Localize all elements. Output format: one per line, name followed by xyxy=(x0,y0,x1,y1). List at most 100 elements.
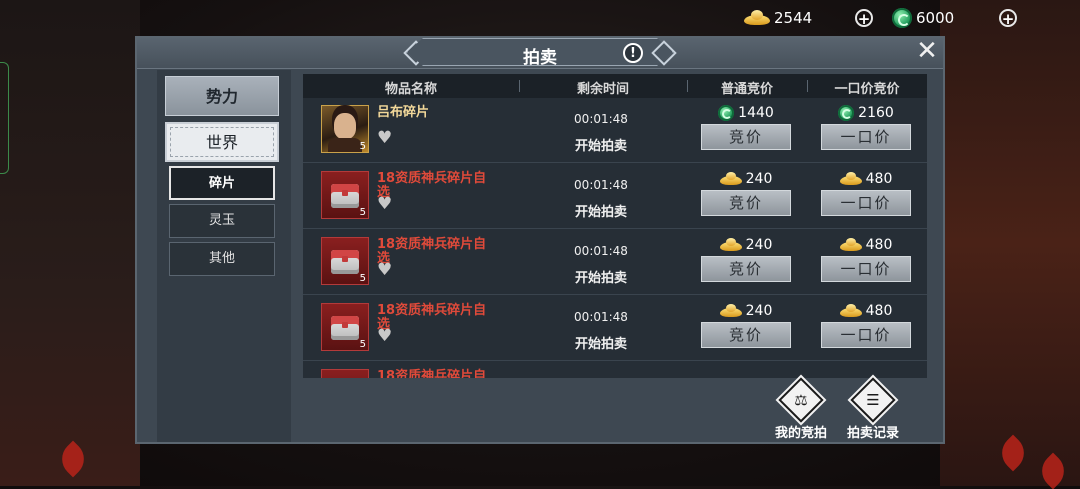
header-normal-bid: 普通竞价 xyxy=(720,82,773,97)
heart-icon[interactable]: ♥ xyxy=(377,262,395,279)
bid-price: 240 xyxy=(701,301,791,321)
gold-currency: 2544 xyxy=(744,6,812,30)
side-handle[interactable] xyxy=(0,62,9,174)
diamond-frame: ☰ xyxy=(850,377,896,423)
gold-ingot-icon xyxy=(719,238,742,252)
treasure-chest-icon[interactable]: 5 xyxy=(321,303,369,351)
info-icon[interactable]: ! xyxy=(623,43,643,63)
bid-price-value: 240 xyxy=(745,171,773,187)
title-bar: 拍卖 ! ✕ xyxy=(137,38,943,69)
item-count: 5 xyxy=(359,207,366,218)
table-row: 18资质神兵碎片自 xyxy=(303,362,927,378)
buyout-price-value: 2160 xyxy=(858,105,894,121)
heart-icon[interactable]: ♥ xyxy=(377,130,395,147)
bid-button[interactable]: 竞价 xyxy=(701,322,791,348)
header-time-left: 剩余时间 xyxy=(576,82,629,97)
time-remaining: 00:01:48 xyxy=(574,244,628,258)
gold-ingot-icon xyxy=(839,238,862,252)
gold-amount: 2544 xyxy=(774,9,813,27)
buyout-price: 480 xyxy=(821,169,911,189)
header-buyout-bid: 一口价竞价 xyxy=(834,82,900,97)
table-row: 5 吕布碎片 ♥ 00:01:48 开始拍卖 1440 2160 竞价 一口价 xyxy=(303,98,927,163)
buyout-price: 480 xyxy=(821,235,911,255)
tab-faction[interactable]: 势力 xyxy=(165,76,279,116)
header-item-name: 物品名称 xyxy=(384,82,437,97)
background-left xyxy=(0,0,140,486)
bid-button[interactable]: 竞价 xyxy=(701,124,791,150)
table-header: 物品名称 剩余时间 普通竞价 一口价竞价 xyxy=(303,74,927,98)
close-icon[interactable]: ✕ xyxy=(915,38,939,64)
table-row: 5 18资质神兵碎片自选 ♥ 00:01:48 开始拍卖 240 480 竞价 一口价 xyxy=(303,164,927,229)
auction-log-button[interactable]: ☰ 拍卖记录 xyxy=(833,377,913,441)
time-remaining: 00:01:48 xyxy=(574,310,628,324)
time-remaining: 00:01:48 xyxy=(574,112,628,126)
bid-price-value: 240 xyxy=(745,303,773,319)
jade-coin-icon xyxy=(838,105,855,121)
gold-ingot-icon xyxy=(839,172,862,186)
heart-icon[interactable]: ♥ xyxy=(377,328,395,345)
diamond-frame: ⚖ xyxy=(778,377,824,423)
auction-log-label: 拍卖记录 xyxy=(846,426,899,441)
buyout-button[interactable]: 一口价 xyxy=(821,322,911,348)
item-name: 18资质神兵碎片自 xyxy=(377,369,487,379)
buyout-price: 2160 xyxy=(821,103,911,123)
treasure-chest-icon[interactable]: 5 xyxy=(321,237,369,285)
background-right xyxy=(940,0,1080,486)
buyout-button[interactable]: 一口价 xyxy=(821,124,911,150)
my-bids-label: 我的竞拍 xyxy=(774,426,827,441)
sidebar: 势力 世界 碎片 灵玉 其他 xyxy=(157,70,291,442)
item-count: 5 xyxy=(359,273,366,284)
bid-button[interactable]: 竞价 xyxy=(701,256,791,282)
item-count: 5 xyxy=(359,141,366,152)
bid-price-value: 1440 xyxy=(738,105,774,121)
gold-ingot-icon xyxy=(719,304,742,318)
bid-button[interactable]: 竞价 xyxy=(701,190,791,216)
buyout-button[interactable]: 一口价 xyxy=(821,190,911,216)
title-plate: 拍卖 ! xyxy=(407,38,673,66)
treasure-chest-icon[interactable]: 5 xyxy=(321,171,369,219)
auction-status: 开始拍卖 xyxy=(574,205,627,220)
buyout-price-value: 480 xyxy=(865,237,893,253)
buyout-price: 480 xyxy=(821,301,911,321)
item-name: 吕布碎片 xyxy=(377,105,430,120)
buyout-button[interactable]: 一口价 xyxy=(821,256,911,282)
row-divider xyxy=(303,360,927,361)
jade-coin-icon xyxy=(892,8,912,28)
bid-price: 1440 xyxy=(701,103,791,123)
buyout-price-value: 480 xyxy=(865,303,893,319)
table-row: 5 18资质神兵碎片自选 ♥ 00:01:48 开始拍卖 240 480 竞价 一口价 xyxy=(303,296,927,361)
subtab-jade[interactable]: 灵玉 xyxy=(169,204,275,238)
auction-table: 物品名称 剩余时间 普通竞价 一口价竞价 5 吕布碎片 ♥ 00:01:48 开始拍卖 1… xyxy=(303,74,927,378)
treasure-chest-icon[interactable] xyxy=(321,369,369,378)
bid-price: 240 xyxy=(701,169,791,189)
gold-ingot-icon xyxy=(744,10,770,26)
my-bids-button[interactable]: ⚖ 我的竞拍 xyxy=(761,377,841,441)
subtab-fragments[interactable]: 碎片 xyxy=(169,166,275,200)
jade-amount: 6000 xyxy=(916,9,955,27)
hero-portrait-icon[interactable]: 5 xyxy=(321,105,369,153)
row-divider xyxy=(303,162,927,163)
auction-status: 开始拍卖 xyxy=(574,271,627,286)
table-row: 5 18资质神兵碎片自选 ♥ 00:01:48 开始拍卖 240 480 竞价 一口价 xyxy=(303,230,927,295)
scales-icon: ⚖ xyxy=(794,391,808,409)
jade-currency: 6000 xyxy=(892,6,954,30)
bid-price-value: 240 xyxy=(745,237,773,253)
scroll-icon: ☰ xyxy=(866,391,880,409)
add-jade-button[interactable]: + xyxy=(999,9,1017,28)
auction-status: 开始拍卖 xyxy=(574,139,627,154)
gold-ingot-icon xyxy=(839,304,862,318)
heart-icon[interactable]: ♥ xyxy=(377,196,395,213)
row-divider xyxy=(303,294,927,295)
row-divider xyxy=(303,228,927,229)
buyout-price-value: 480 xyxy=(865,171,893,187)
tab-world[interactable]: 世界 xyxy=(165,122,279,162)
add-gold-button[interactable]: + xyxy=(855,9,873,28)
time-remaining: 00:01:48 xyxy=(574,178,628,192)
subtab-other[interactable]: 其他 xyxy=(169,242,275,276)
gold-ingot-icon xyxy=(719,172,742,186)
bid-price: 240 xyxy=(701,235,791,255)
auction-window: 拍卖 ! ✕ 势力 世界 碎片 灵玉 其他 物品名称 剩余时间 普通竞价 一口价… xyxy=(135,36,945,444)
auction-status: 开始拍卖 xyxy=(574,337,627,352)
item-count: 5 xyxy=(359,339,366,350)
jade-coin-icon xyxy=(718,105,735,121)
